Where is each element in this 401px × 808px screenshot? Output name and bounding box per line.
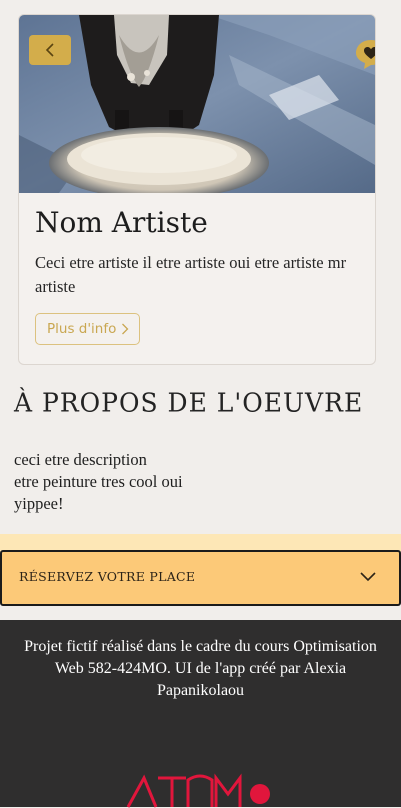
more-info-label: Plus d'info — [47, 321, 117, 337]
about-description: ceci etre description etre peinture tres… — [14, 449, 183, 515]
about-title: À PROPOS DE L'OEUVRE — [14, 387, 364, 418]
description-line: ceci etre description — [14, 450, 147, 469]
chevron-down-icon — [360, 572, 376, 582]
artist-name: Nom Artiste — [35, 206, 208, 239]
description-line: yippee! — [14, 494, 64, 513]
logo — [126, 773, 270, 808]
artist-bio: Ceci etre artiste il etre artiste oui et… — [35, 253, 347, 296]
reservation-label: RÉSERVEZ VOTRE PLACE — [19, 569, 196, 584]
reservation-accordion[interactable]: RÉSERVEZ VOTRE PLACE — [0, 550, 401, 606]
heart-bubble-icon — [356, 40, 375, 69]
back-button[interactable] — [29, 35, 71, 65]
description-line: etre peinture tres cool oui — [14, 472, 183, 491]
chevron-right-icon — [122, 323, 129, 335]
artwork-photo — [19, 15, 375, 193]
footer: Projet fictif réalisé dans le cadre du c… — [0, 620, 401, 808]
footer-credits: Projet fictif réalisé dans le cadre du c… — [24, 638, 377, 699]
chevron-left-icon — [45, 43, 54, 57]
favorite-button[interactable] — [353, 37, 375, 71]
more-info-button[interactable]: Plus d'info — [35, 313, 141, 345]
artist-card: Nom Artiste Ceci etre artiste il etre ar… — [18, 14, 376, 365]
